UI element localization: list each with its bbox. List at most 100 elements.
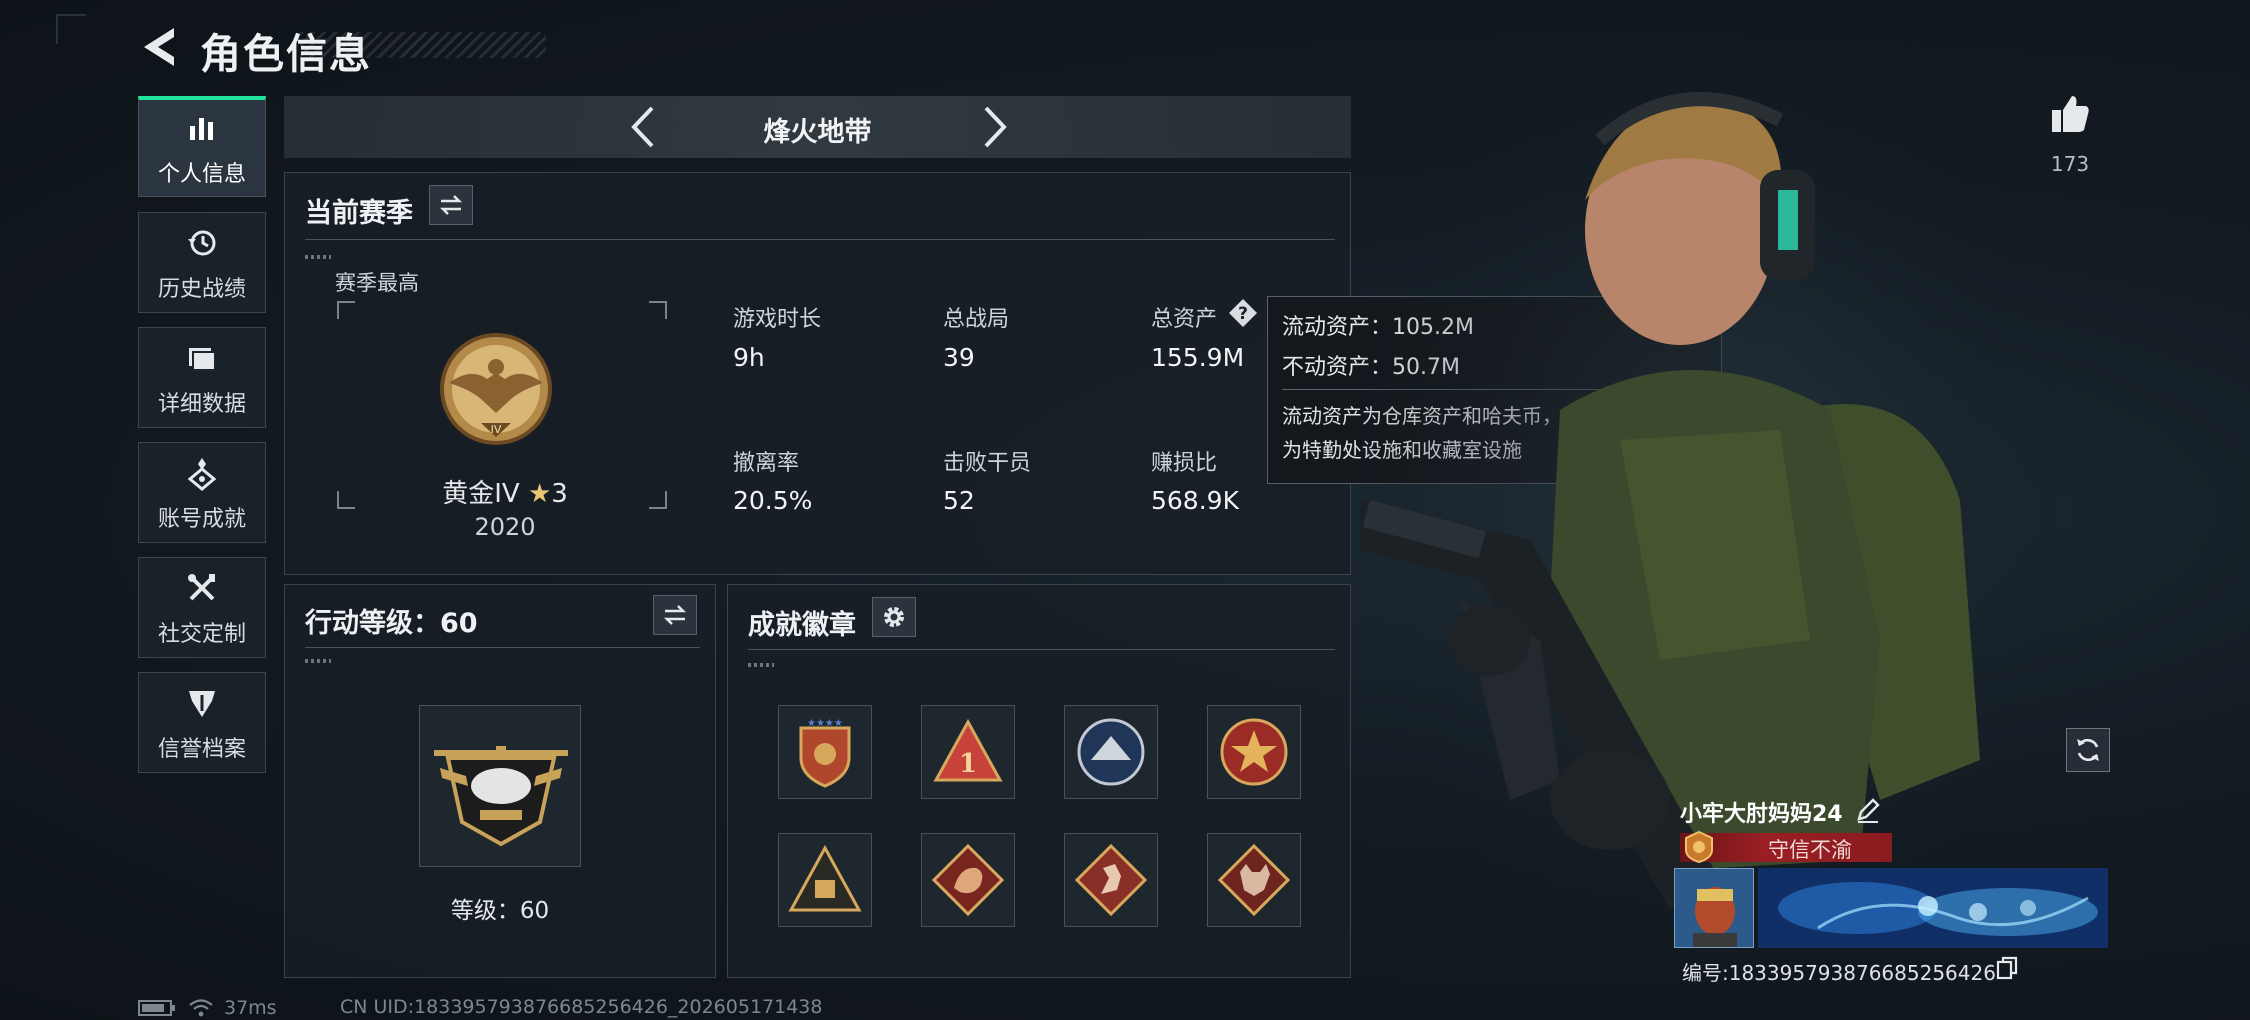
rank-stars: 3 <box>551 479 568 509</box>
svg-text:★★★★: ★★★★ <box>807 718 843 729</box>
help-icon[interactable]: ? <box>1227 297 1259 329</box>
battery-icon <box>138 1000 175 1016</box>
ping-text: 37ms <box>224 997 277 1019</box>
sci-fi-banner-art <box>1758 868 2108 948</box>
stat-value-extraction-rate: 20.5% <box>733 486 813 515</box>
badge-slot[interactable] <box>1064 833 1158 927</box>
triangle-one-badge-icon: 1 <box>933 718 1003 782</box>
copy-icon[interactable] <box>1994 955 2020 981</box>
decor-dots <box>748 663 774 667</box>
stat-label-profit-loss-ratio: 赚损比 <box>1151 451 1218 476</box>
gold-rank-medal-icon: IV <box>440 333 552 445</box>
level-title: 行动等级：60 <box>305 608 478 639</box>
level-switch-button[interactable] <box>653 595 697 635</box>
shield-stars-badge-icon: ★★★★ <box>799 718 851 788</box>
season-switch-button[interactable] <box>429 185 473 225</box>
badge-slot[interactable]: ★★★★ <box>778 705 872 799</box>
dragon-badge-icon <box>931 843 1005 917</box>
player-name: 小牢大肘妈妈24 <box>1680 802 1843 827</box>
gear-icon <box>884 607 904 627</box>
next-mode-button[interactable] <box>974 104 1014 150</box>
honor-title-text: 守信不渝 <box>1768 838 1852 862</box>
like-count: 173 <box>2050 152 2090 176</box>
stat-label-play-time: 游戏时长 <box>733 307 822 332</box>
mode-title: 烽火地带 <box>763 117 872 148</box>
stat-value-total-assets: 155.9M <box>1151 343 1245 372</box>
nav-label: 账号成就 <box>157 506 246 532</box>
level-caption: 等级：60 <box>450 898 550 924</box>
page-title: 角色信息 <box>200 30 372 78</box>
badge-slot[interactable] <box>921 833 1015 927</box>
stat-value-total-matches: 39 <box>943 343 975 372</box>
rank-line: 黄金IV ★3 <box>345 473 665 510</box>
player-avatar[interactable] <box>1674 868 1754 948</box>
rank-score: 2020 <box>474 513 536 541</box>
refresh-character-button[interactable] <box>2066 728 2110 772</box>
stat-value-operators-killed: 52 <box>943 486 975 515</box>
pyramid-badge-icon <box>788 844 862 912</box>
back-button[interactable] <box>138 24 178 70</box>
nav-label: 个人信息 <box>157 162 246 187</box>
status-bar: 37ms <box>138 996 277 1020</box>
bar-chart-icon <box>182 108 222 148</box>
badges-title: 成就徽章 <box>748 610 856 641</box>
svg-text:?: ? <box>1238 304 1248 324</box>
season-title: 当前赛季 <box>305 198 413 229</box>
wolf-badge-icon <box>1217 843 1291 917</box>
badge-slot[interactable] <box>778 833 872 927</box>
achievement-badges-panel: 成就徽章 ★★★★ 1 <box>727 584 1351 978</box>
svg-text:1: 1 <box>959 749 977 779</box>
nav-item-personal-info[interactable]: 个人信息 <box>138 96 266 197</box>
stat-value-play-time: 9h <box>733 343 765 372</box>
badge-slot[interactable]: 1 <box>921 705 1015 799</box>
stat-label-operators-killed: 击败干员 <box>943 451 1032 476</box>
history-icon <box>182 223 222 263</box>
helicopter-level-badge-icon <box>434 746 568 847</box>
reputation-icon <box>182 683 222 723</box>
nav-item-detailed-data[interactable]: 详细数据 <box>138 327 266 428</box>
nav-item-history[interactable]: 历史战绩 <box>138 212 266 313</box>
nav-item-social-custom[interactable]: 社交定制 <box>138 557 266 658</box>
nav-label: 社交定制 <box>157 621 246 647</box>
player-card-banner <box>1758 868 2108 948</box>
player-id: 编号:1833957938766852564​26 <box>1682 961 1996 985</box>
operator-portrait-icon <box>1675 869 1753 947</box>
nav-item-achievements[interactable]: 账号成就 <box>138 442 266 543</box>
badges-settings-button[interactable] <box>872 597 916 637</box>
current-season-panel: 当前赛季 赛季最高 IV 黄金IV ★3 2020 游戏时长 9h 总战局 39… <box>284 172 1351 575</box>
stat-label-total-assets: 总资产 <box>1151 307 1218 332</box>
level-badge <box>419 705 581 867</box>
tools-icon <box>182 568 222 608</box>
mode-switcher: 烽火地带 <box>284 96 1351 158</box>
badge-slot[interactable] <box>1207 705 1301 799</box>
decor-dots <box>305 255 331 259</box>
folder-icon <box>182 338 222 378</box>
swap-icon <box>663 605 687 625</box>
decor-dots <box>305 659 331 663</box>
rank-name: 黄金IV <box>442 479 520 509</box>
nav-label: 历史战绩 <box>157 276 246 302</box>
stat-label-total-matches: 总战局 <box>943 307 1010 332</box>
swap-icon <box>439 195 463 215</box>
stat-label-extraction-rate: 撤离率 <box>733 451 800 476</box>
runner-badge-icon <box>1074 843 1148 917</box>
season-best-label: 赛季最高 <box>335 271 419 295</box>
nav-item-reputation[interactable]: 信誉档案 <box>138 672 266 773</box>
uid-text: CN UID:1833957938766852564​26_2026051714… <box>340 996 823 1018</box>
chevron-right-icon <box>984 106 1007 148</box>
nav-label: 信誉档案 <box>157 736 246 762</box>
thumbs-up-icon[interactable] <box>2048 92 2092 136</box>
divider <box>305 647 700 648</box>
wifi-icon <box>189 999 213 1017</box>
corner-decoration <box>56 14 86 44</box>
badge-slot[interactable] <box>1207 833 1301 927</box>
divider <box>748 649 1335 650</box>
edit-pencil-icon[interactable] <box>1854 796 1882 824</box>
eagle-round-badge-icon <box>1077 718 1145 786</box>
red-star-badge-icon <box>1220 718 1288 786</box>
svg-text:IV: IV <box>491 423 502 436</box>
back-arrow-icon <box>144 28 174 66</box>
nav-label: 详细数据 <box>157 391 246 417</box>
badge-slot[interactable] <box>1064 705 1158 799</box>
achievement-icon <box>182 453 222 493</box>
